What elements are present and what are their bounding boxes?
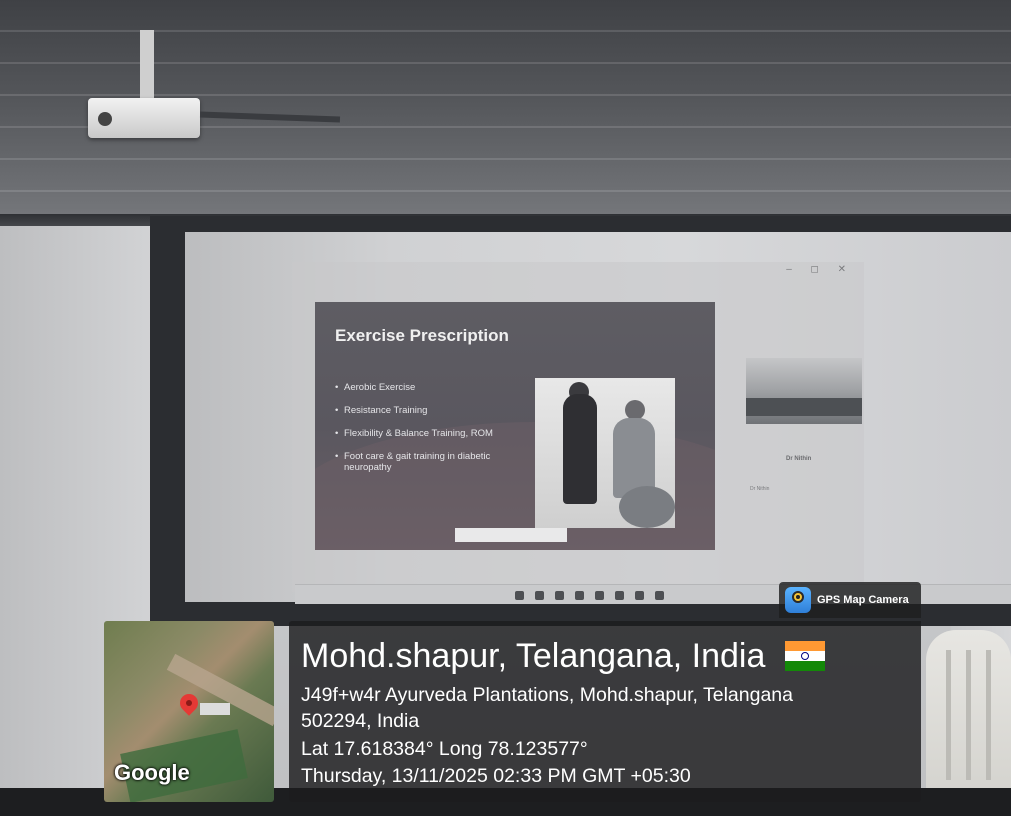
location-title: Mohd.shapur, Telangana, India [301,637,825,675]
slide-title: Exercise Prescription [335,326,509,345]
window-controls: – ◻ ✕ [786,264,854,275]
slide-bullet: Flexibility & Balance Training, ROM [335,428,525,439]
gps-app-name: GPS Map Camera [817,594,909,606]
slide-bullet-list: Aerobic Exercise Resistance Training Fle… [335,382,525,485]
address-line-2: 502294, India [301,710,420,732]
participant-name: Dr Nithin [786,456,812,462]
address-line-1: J49f+w4r Ayurveda Plantations, Mohd.shap… [301,684,793,706]
classroom-photo: – ◻ ✕ Exercise Prescription Aerobic Exer… [0,0,1011,816]
slide-bullet: Foot care & gait training in diabetic ne… [335,451,525,473]
slide-bullet: Aerobic Exercise [335,382,525,393]
projector-mount [140,30,154,100]
slide-photo-therapy [535,378,675,528]
presentation-slide: Exercise Prescription Aerobic Exercise R… [315,302,715,550]
participant-video-thumbnail [746,358,862,424]
ceiling-projector [88,98,200,138]
location-info-panel: Mohd.shapur, Telangana, India J49f+w4r A… [289,621,921,802]
slide-caption-bar [455,528,567,542]
participant-name-small: Dr Nithin [750,486,770,492]
coordinates: Lat 17.618384° Long 78.123577° [301,738,588,760]
slide-bullet: Resistance Training [335,405,525,416]
datetime-stamp: Thursday, 13/11/2025 02:33 PM GMT +05:30 [301,765,691,787]
india-flag-icon [784,641,825,671]
location-title-text: Mohd.shapur, Telangana, India [301,637,766,675]
gps-app-badge: GPS Map Camera [779,582,921,618]
map-pin-icon [176,690,202,718]
google-logo: Google [114,760,190,785]
gps-map-camera-icon [785,587,811,613]
